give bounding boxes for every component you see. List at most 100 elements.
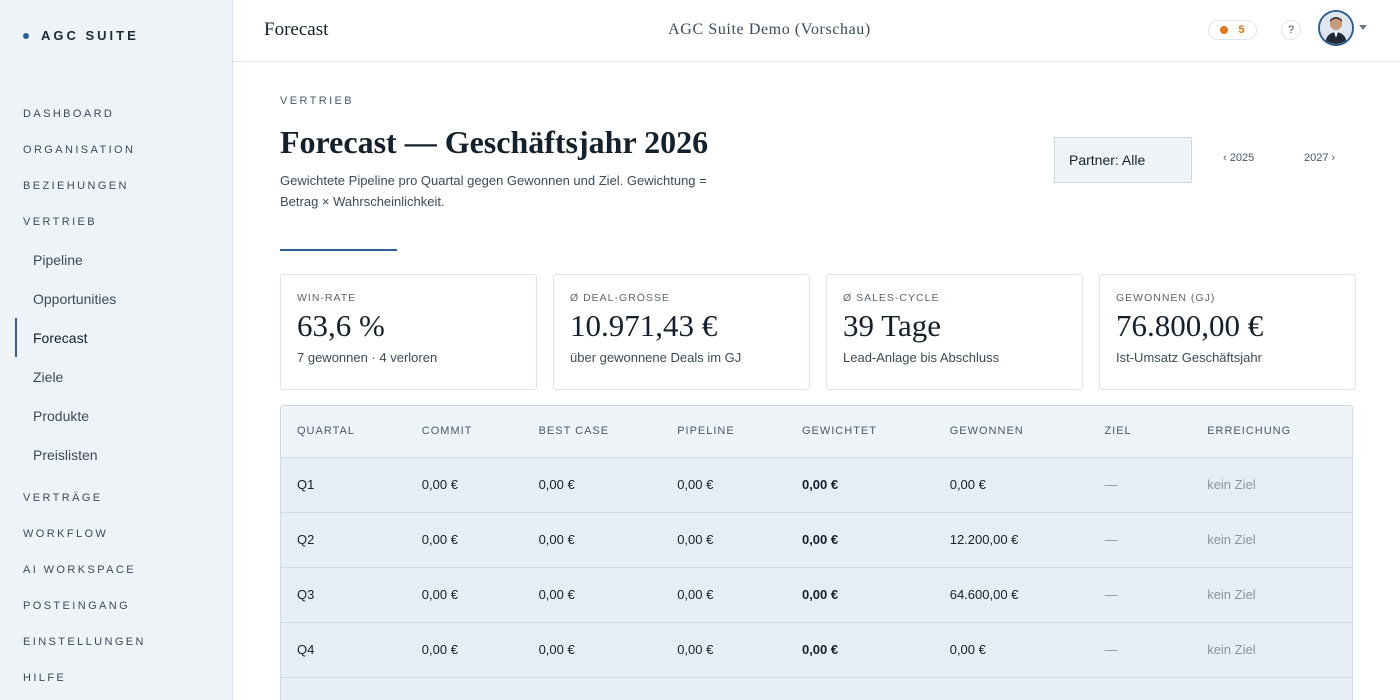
- previous-year-button[interactable]: ‹ 2025: [1223, 152, 1254, 164]
- cell-erreichung: kein Ziel: [1191, 567, 1352, 623]
- forecast-table-grid: QUARTAL COMMIT BEST CASE PIPELINE GEWICH…: [281, 406, 1352, 678]
- topbar: Forecast AGC Suite Demo (Vorschau) 5 ?: [233, 0, 1400, 62]
- table-header-row: QUARTAL COMMIT BEST CASE PIPELINE GEWICH…: [281, 406, 1352, 458]
- sidebar: AGC SUITE DASHBOARD ORGANISATION BEZIEHU…: [0, 0, 233, 700]
- page-description: Gewichtete Pipeline pro Quartal gegen Ge…: [280, 173, 707, 209]
- cell-erreichung: kein Ziel: [1191, 622, 1352, 678]
- kpi-value: 63,6 %: [297, 308, 385, 343]
- sidebar-item-opportunities[interactable]: Opportunities: [0, 279, 233, 318]
- forecast-table: QUARTAL COMMIT BEST CASE PIPELINE GEWICH…: [280, 405, 1353, 700]
- kpi-subtext: über gewonnene Deals im GJ: [570, 350, 742, 365]
- notification-dot-icon: [1220, 26, 1229, 34]
- sidebar-item-posteingang[interactable]: POSTEINGANG: [0, 588, 233, 624]
- cell-gewichtet: 0,00 €: [785, 622, 934, 678]
- cell-best-case: 0,00 €: [522, 512, 662, 568]
- sidebar-item-dashboard[interactable]: DASHBOARD: [0, 96, 233, 132]
- notifications-button[interactable]: 5: [1208, 20, 1257, 40]
- sidebar-item-pipeline[interactable]: Pipeline: [0, 240, 233, 279]
- column-header-quartal[interactable]: QUARTAL: [281, 406, 406, 458]
- cell-quartal: Q3: [281, 567, 406, 623]
- sidebar-item-workflow[interactable]: WORKFLOW: [0, 516, 233, 552]
- workspace-name: AGC Suite Demo (Vorschau): [668, 21, 871, 38]
- table-row[interactable]: Q4 0,00 € 0,00 € 0,00 € 0,00 € 0,00 € — …: [281, 622, 1352, 678]
- main-content: VERTRIEB Forecast — Geschäftsjahr 2026 G…: [233, 62, 1400, 700]
- kpi-card-win-rate: WIN-RATE 63,6 % 7 gewonnen · 4 verloren: [280, 274, 537, 390]
- title-divider: [280, 249, 397, 251]
- brand-logo[interactable]: AGC SUITE: [23, 28, 139, 43]
- sidebar-item-vertraege[interactable]: VERTRÄGE: [0, 480, 233, 516]
- section-eyebrow: VERTRIEB: [280, 95, 355, 107]
- column-header-pipeline[interactable]: PIPELINE: [661, 406, 786, 458]
- table-row[interactable]: Q1 0,00 € 0,00 € 0,00 € 0,00 € 0,00 € — …: [281, 457, 1352, 513]
- help-button[interactable]: ?: [1281, 20, 1301, 40]
- cell-gewichtet: 0,00 €: [785, 457, 934, 513]
- chevron-down-icon[interactable]: [1359, 25, 1367, 30]
- cell-pipeline: 0,00 €: [661, 512, 786, 568]
- cell-ziel: —: [1088, 457, 1192, 513]
- sidebar-item-ziele[interactable]: Ziele: [0, 357, 233, 396]
- cell-erreichung: kein Ziel: [1191, 457, 1352, 513]
- kpi-card-won: GEWONNEN (GJ) 76.800,00 € Ist-Umsatz Ges…: [1099, 274, 1356, 390]
- kpi-label: Ø SALES-CYCLE: [843, 292, 940, 304]
- cell-ziel: —: [1088, 567, 1192, 623]
- cell-gewichtet: 0,00 €: [785, 567, 934, 623]
- cell-quartal: Q1: [281, 457, 406, 513]
- notification-count: 5: [1238, 24, 1245, 36]
- next-year-button[interactable]: 2027 ›: [1304, 152, 1335, 164]
- sidebar-item-beziehungen[interactable]: BEZIEHUNGEN: [0, 168, 233, 204]
- kpi-cards: WIN-RATE 63,6 % 7 gewonnen · 4 verloren …: [280, 274, 1356, 390]
- cell-pipeline: 0,00 €: [661, 622, 786, 678]
- column-header-ziel[interactable]: ZIEL: [1088, 406, 1192, 458]
- table-row[interactable]: Q2 0,00 € 0,00 € 0,00 € 0,00 € 12.200,00…: [281, 512, 1352, 568]
- cell-commit: 0,00 €: [405, 512, 523, 568]
- cell-ziel: —: [1088, 622, 1192, 678]
- sidebar-item-ai-workspace[interactable]: AI WORKSPACE: [0, 552, 233, 588]
- table-row[interactable]: Q3 0,00 € 0,00 € 0,00 € 0,00 € 64.600,00…: [281, 567, 1352, 623]
- kpi-label: Ø DEAL-GRÖSSE: [570, 292, 670, 304]
- kpi-subtext: 7 gewonnen · 4 verloren: [297, 350, 438, 365]
- kpi-subtext: Lead-Anlage bis Abschluss: [843, 350, 1000, 365]
- kpi-label: WIN-RATE: [297, 292, 357, 304]
- sidebar-item-vertrieb[interactable]: VERTRIEB: [0, 204, 233, 240]
- cell-quartal: Q4: [281, 622, 406, 678]
- cell-ziel: —: [1088, 512, 1192, 568]
- column-header-erreichung[interactable]: ERREICHUNG: [1191, 406, 1352, 458]
- cell-commit: 0,00 €: [405, 567, 523, 623]
- cell-commit: 0,00 €: [405, 457, 523, 513]
- cell-gewichtet: 0,00 €: [785, 512, 934, 568]
- kpi-label: GEWONNEN (GJ): [1116, 292, 1216, 304]
- kpi-value: 10.971,43 €: [570, 308, 718, 343]
- cell-pipeline: 0,00 €: [661, 457, 786, 513]
- column-header-gewichtet[interactable]: GEWICHTET: [785, 406, 934, 458]
- avatar[interactable]: [1318, 10, 1354, 46]
- sidebar-nav: DASHBOARD ORGANISATION BEZIEHUNGEN VERTR…: [0, 96, 233, 696]
- sidebar-item-forecast[interactable]: Forecast: [0, 318, 233, 357]
- cell-gewonnen: 0,00 €: [933, 622, 1089, 678]
- cell-gewonnen: 0,00 €: [933, 457, 1089, 513]
- sidebar-item-organisation[interactable]: ORGANISATION: [0, 132, 233, 168]
- cell-commit: 0,00 €: [405, 622, 523, 678]
- kpi-card-sales-cycle: Ø SALES-CYCLE 39 Tage Lead-Anlage bis Ab…: [826, 274, 1083, 390]
- kpi-card-deal-size: Ø DEAL-GRÖSSE 10.971,43 € über gewonnene…: [553, 274, 810, 390]
- sidebar-item-hilfe[interactable]: HILFE: [0, 660, 233, 696]
- sidebar-item-einstellungen[interactable]: EINSTELLUNGEN: [0, 624, 233, 660]
- cell-gewonnen: 12.200,00 €: [933, 512, 1089, 568]
- cell-pipeline: 0,00 €: [661, 567, 786, 623]
- cell-best-case: 0,00 €: [522, 567, 662, 623]
- cell-quartal: Q2: [281, 512, 406, 568]
- kpi-subtext: Ist-Umsatz Geschäftsjahr: [1116, 350, 1262, 365]
- cell-gewonnen: 64.600,00 €: [933, 567, 1089, 623]
- column-header-best-case[interactable]: BEST CASE: [522, 406, 662, 458]
- cell-best-case: 0,00 €: [522, 622, 662, 678]
- kpi-value: 76.800,00 €: [1116, 308, 1264, 343]
- cell-erreichung: kein Ziel: [1191, 512, 1352, 568]
- partner-filter-select[interactable]: Partner: Alle: [1054, 137, 1192, 183]
- column-header-commit[interactable]: COMMIT: [405, 406, 523, 458]
- sidebar-item-preislisten[interactable]: Preislisten: [0, 435, 233, 474]
- sidebar-item-produkte[interactable]: Produkte: [0, 396, 233, 435]
- brand-name: AGC SUITE: [41, 28, 139, 43]
- column-header-gewonnen[interactable]: GEWONNEN: [933, 406, 1089, 458]
- cell-best-case: 0,00 €: [522, 457, 662, 513]
- kpi-value: 39 Tage: [843, 308, 941, 343]
- page-title: Forecast — Geschäftsjahr 2026: [280, 124, 709, 160]
